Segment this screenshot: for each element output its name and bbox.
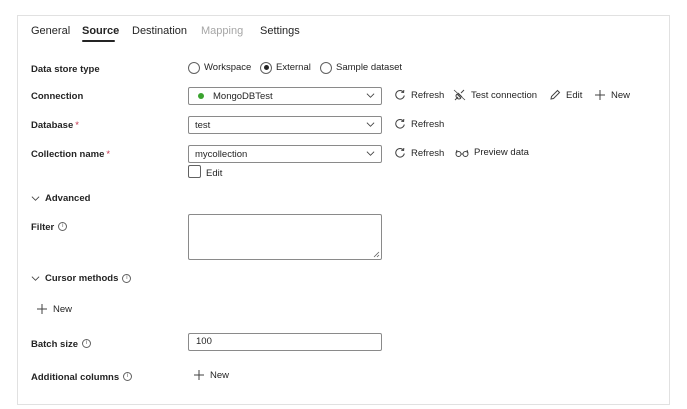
cursor-methods-new-label: New	[53, 303, 73, 315]
plus-icon	[194, 370, 204, 380]
radio-workspace[interactable]: Workspace	[188, 61, 251, 74]
cursor-methods-section-toggle[interactable]: Cursor methods i	[31, 273, 132, 284]
plug-icon	[453, 89, 466, 101]
additional-columns-new-button[interactable]: New	[193, 369, 229, 381]
radio-workspace-label: Workspace	[204, 62, 252, 73]
database-label: Database *	[31, 120, 79, 131]
connection-value: MongoDBTest	[213, 90, 273, 102]
database-refresh-button[interactable]: Refresh	[394, 118, 444, 130]
cursor-methods-new-button[interactable]: New	[36, 303, 72, 315]
chevron-down-icon	[366, 93, 375, 98]
chevron-down-icon	[31, 196, 40, 201]
advanced-section-toggle[interactable]: Advanced	[31, 193, 90, 204]
connection-edit-button[interactable]: Edit	[549, 89, 582, 101]
connection-new-button[interactable]: New	[594, 89, 630, 101]
batch-size-input[interactable]: 100	[188, 333, 382, 351]
connection-label: Connection	[31, 91, 84, 102]
glasses-icon	[455, 149, 469, 157]
filter-label: Filter i	[31, 222, 68, 233]
preview-data-button[interactable]: Preview data	[455, 147, 529, 158]
resize-handle-icon[interactable]	[373, 251, 380, 258]
tab-destination[interactable]: Destination	[132, 25, 187, 37]
radio-external-label: External	[276, 62, 311, 73]
collection-edit-checkbox-label: Edit	[206, 168, 223, 179]
radio-sample-dataset-label: Sample dataset	[336, 62, 403, 73]
plus-icon	[595, 90, 605, 100]
collection-refresh-button[interactable]: Refresh	[394, 147, 444, 159]
batch-size-label: Batch size i	[31, 339, 91, 350]
refresh-icon	[395, 147, 405, 158]
collection-edit-checkbox[interactable]	[188, 165, 201, 178]
chevron-down-icon	[366, 151, 375, 156]
plus-icon	[37, 304, 47, 314]
tab-general[interactable]: General	[31, 25, 70, 37]
info-icon[interactable]: i	[123, 372, 133, 381]
info-icon[interactable]: i	[58, 222, 68, 231]
connection-dropdown[interactable]: MongoDBTest	[188, 87, 382, 105]
radio-sample-dataset[interactable]: Sample dataset	[320, 61, 402, 74]
radio-workspace-circle[interactable]	[188, 61, 200, 74]
radio-external-circle[interactable]	[260, 61, 272, 74]
info-icon[interactable]: i	[82, 339, 91, 348]
info-icon[interactable]: i	[122, 274, 132, 283]
connection-new-label: New	[611, 89, 631, 101]
connection-refresh-button[interactable]: Refresh	[394, 89, 444, 101]
collection-refresh-label: Refresh	[411, 147, 445, 159]
tab-settings[interactable]: Settings	[260, 25, 300, 37]
preview-data-label: Preview data	[474, 147, 529, 158]
tab-source[interactable]: Source	[82, 25, 119, 37]
tab-mapping: Mapping	[201, 25, 244, 37]
data-store-type-label: Data store type	[31, 64, 100, 75]
cursor-methods-label: Cursor methods	[45, 273, 119, 284]
additional-columns-new-label: New	[210, 369, 230, 381]
required-asterisk: *	[106, 149, 111, 160]
test-connection-label: Test connection	[471, 89, 538, 101]
active-tab-indicator	[82, 40, 115, 42]
advanced-label: Advanced	[45, 193, 91, 204]
connection-edit-label: Edit	[566, 89, 583, 101]
radio-external[interactable]: External	[260, 61, 311, 74]
database-value: test	[195, 119, 211, 131]
chevron-down-icon	[366, 122, 375, 127]
additional-columns-label: Additional columns i	[31, 372, 133, 383]
collection-dropdown[interactable]: mycollection	[188, 145, 382, 163]
refresh-icon	[395, 118, 405, 129]
connection-status-dot	[198, 93, 204, 99]
refresh-icon	[395, 89, 405, 100]
collection-value: mycollection	[195, 148, 248, 160]
connection-refresh-label: Refresh	[411, 89, 445, 101]
database-refresh-label: Refresh	[411, 118, 445, 130]
required-asterisk: *	[75, 120, 79, 131]
database-dropdown[interactable]: test	[188, 116, 382, 134]
pencil-icon	[550, 89, 561, 100]
collection-name-label: Collection name *	[31, 149, 111, 160]
radio-sample-dataset-circle[interactable]	[320, 61, 332, 74]
filter-textarea[interactable]	[188, 214, 382, 260]
chevron-down-icon	[31, 276, 40, 281]
test-connection-button[interactable]: Test connection	[453, 89, 537, 101]
